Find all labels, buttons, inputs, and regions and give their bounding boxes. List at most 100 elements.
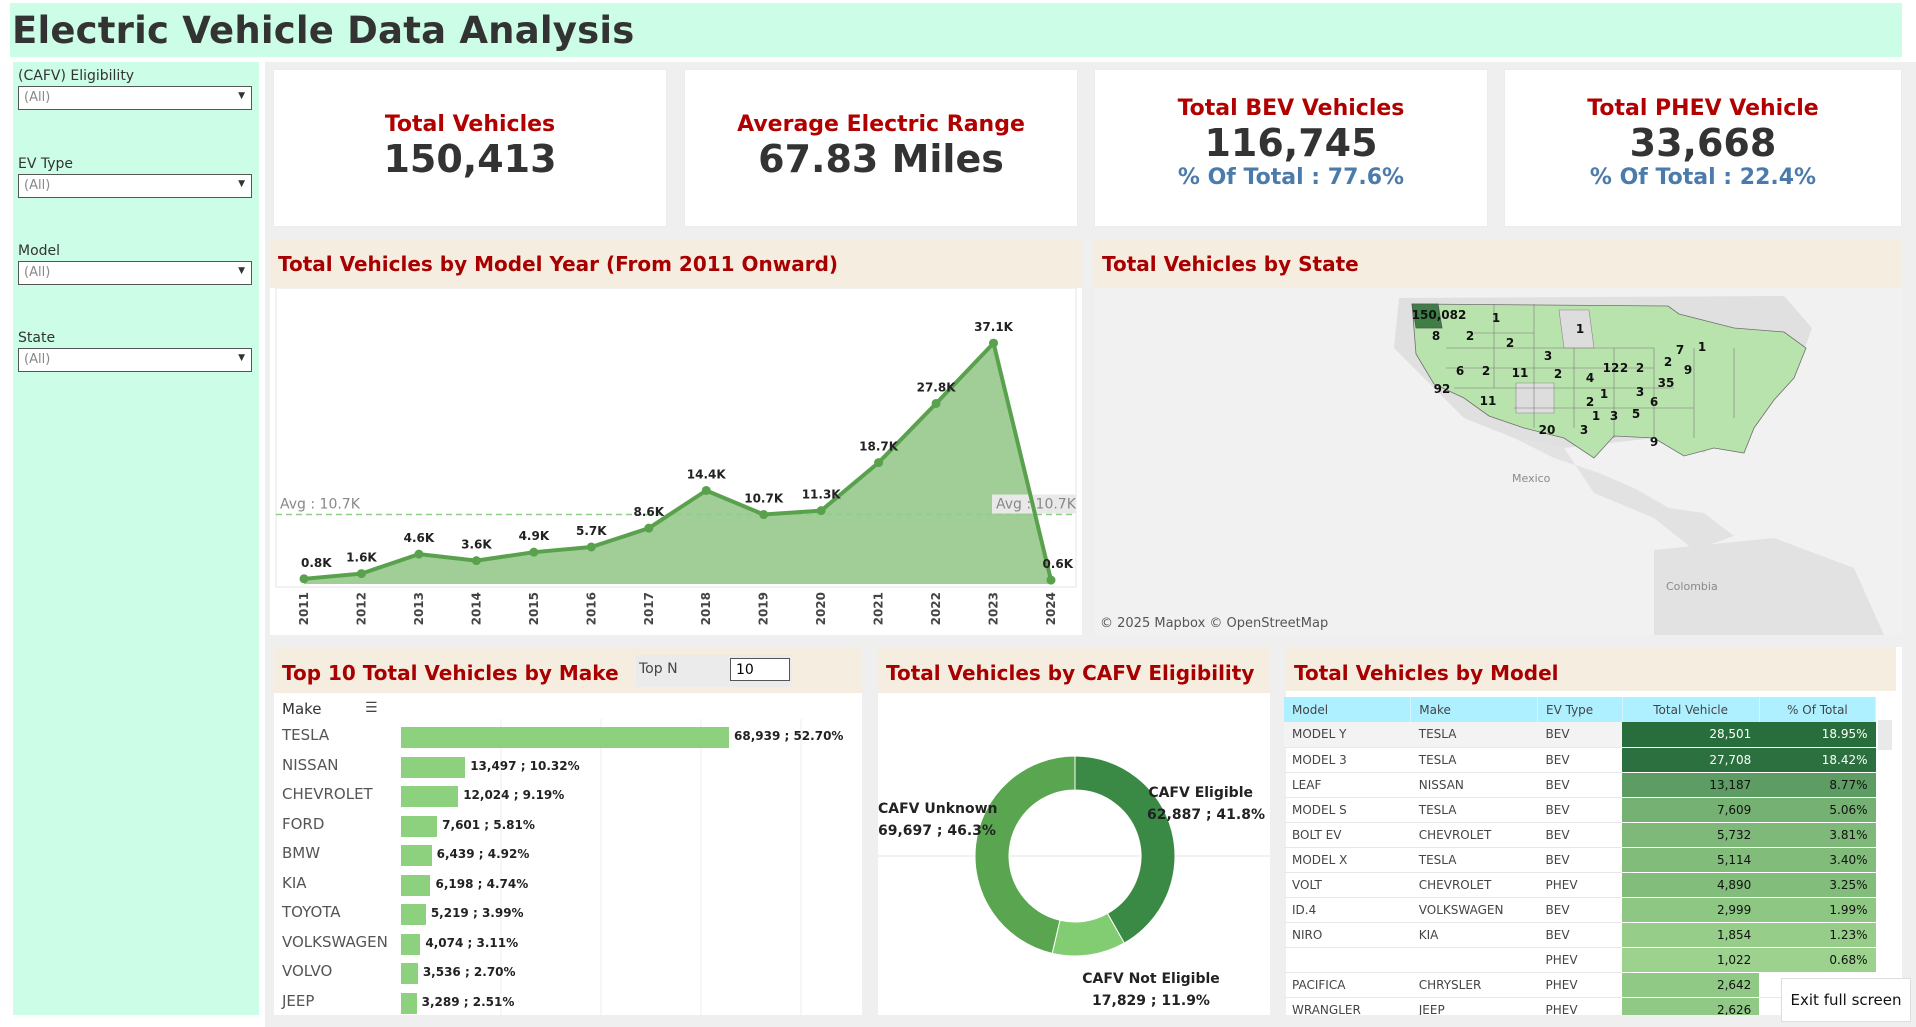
make-cell: TESLA [1410, 797, 1538, 823]
bar-value-label: 4,074 ; 3.11% [425, 935, 519, 950]
table-row[interactable]: MODEL 3 TESLA BEV 27,708 18.42% [1284, 747, 1876, 773]
make-bar[interactable] [401, 874, 431, 896]
bar-row[interactable]: TOYOTA 5,219 ; 3.99% [274, 898, 862, 926]
panel-title: Total Vehicles by Model [1294, 661, 1559, 685]
table-row[interactable]: VOLT CHEVROLET PHEV 4,890 3.25% [1284, 872, 1876, 898]
column-header[interactable]: Total Vehicle [1622, 697, 1760, 722]
make-bar[interactable] [401, 815, 438, 837]
dropdown-value: (All) [24, 352, 51, 367]
data-point[interactable] [874, 458, 884, 468]
make-label: FORD [282, 814, 325, 833]
filter-sidebar: (CAFV) Eligibility (All) ▼ EV Type (All)… [13, 62, 259, 1015]
x-tick-label: 2011 [297, 592, 311, 625]
kpi-total-phev: Total PHEV Vehicle 33,668 % Of Total : 2… [1504, 69, 1902, 227]
kpi-value: 33,668 [1629, 121, 1777, 165]
sort-icon[interactable]: ☰ [365, 700, 378, 716]
make-bar[interactable] [401, 786, 459, 807]
data-point[interactable] [356, 569, 366, 579]
x-tick-label: 2023 [987, 592, 1001, 625]
total-vehicle-cell: 7,609 [1622, 797, 1760, 823]
percent-cell: 18.42% [1759, 747, 1876, 773]
topn-input[interactable] [730, 658, 790, 681]
exit-fullscreen-button[interactable]: Exit full screen [1781, 978, 1911, 1022]
map-attribution[interactable]: © 2025 Mapbox © OpenStreetMap [1100, 616, 1328, 631]
data-point[interactable] [701, 485, 711, 495]
model-table-viewport[interactable]: Model Make EV Type Total Vehicle % Of To… [1284, 697, 1876, 1015]
data-point[interactable] [816, 506, 826, 516]
state-value-label: 1 [1600, 387, 1608, 401]
make-label: VOLVO [282, 962, 333, 980]
state-value-label: 9 [1650, 435, 1658, 449]
make-cell: CHEVROLET [1410, 872, 1538, 898]
state-value-label: 12 [1603, 361, 1620, 375]
state-map[interactable]: 150,082 18 2 21926 2 11321120412 2 2 27 193532161… [1094, 288, 1902, 635]
column-header[interactable]: EV Type [1537, 697, 1623, 722]
cafv-eligibility-dropdown[interactable]: (All) ▼ [18, 86, 252, 110]
total-vehicle-cell: 5,114 [1622, 847, 1760, 873]
x-tick-label: 2017 [642, 592, 656, 625]
page-title: Electric Vehicle Data Analysis [12, 9, 635, 52]
bar-row[interactable]: TESLA 68,939 ; 52.70% [274, 721, 862, 749]
column-header[interactable]: Model [1284, 697, 1412, 722]
state-value-label: 1 [1576, 322, 1584, 336]
slice-value-label: 69,697 ; 46.3% [878, 823, 996, 839]
data-point[interactable] [299, 574, 309, 584]
table-row[interactable]: NIRO KIA BEV 1,854 1.23% [1284, 922, 1876, 948]
bar-row[interactable]: JEEP 3,289 ; 2.51% [274, 987, 862, 1015]
panel-header: Top 10 Total Vehicles by Make Top N [274, 647, 862, 693]
make-column-header: Make [282, 700, 322, 718]
table-row[interactable]: MODEL X TESLA BEV 5,114 3.40% [1284, 847, 1876, 873]
bar-row[interactable]: BMW 6,439 ; 4.92% [274, 839, 862, 867]
make-bar[interactable] [401, 992, 417, 1014]
data-point[interactable] [759, 510, 769, 520]
column-header[interactable]: Make [1410, 697, 1538, 722]
ev-type-dropdown[interactable]: (All) ▼ [18, 174, 252, 198]
bar-row[interactable]: FORD 7,601 ; 5.81% [274, 810, 862, 838]
state-value-label: 3 [1580, 423, 1588, 437]
panel-cafv: Total Vehicles by CAFV Eligibility CAFV … [878, 647, 1270, 1015]
bar-row[interactable]: VOLVO 3,536 ; 2.70% [274, 957, 862, 985]
data-point[interactable] [586, 542, 596, 552]
table-row[interactable]: ID.4 VOLKSWAGEN BEV 2,999 1.99% [1284, 897, 1876, 923]
make-bar[interactable] [401, 756, 466, 778]
x-tick-label: 2024 [1044, 592, 1058, 625]
model-dropdown[interactable]: (All) ▼ [18, 261, 252, 285]
bar-row[interactable]: CHEVROLET 12,024 ; 9.19% [274, 780, 862, 808]
state-dropdown[interactable]: (All) ▼ [18, 348, 252, 372]
x-tick-label: 2022 [929, 592, 943, 625]
data-point[interactable] [931, 398, 941, 408]
data-point[interactable] [644, 523, 654, 533]
make-bar[interactable] [401, 963, 418, 984]
data-point[interactable] [414, 549, 424, 559]
kpi-value: 116,745 [1204, 121, 1378, 165]
make-bar[interactable] [401, 933, 421, 955]
make-bar[interactable] [401, 727, 729, 748]
kpi-percent: % Of Total : 22.4% [1589, 165, 1817, 190]
table-scrollbar-thumb[interactable] [1878, 720, 1892, 750]
make-bar[interactable] [401, 845, 432, 866]
bar-value-label: 13,497 ; 10.32% [470, 758, 580, 773]
bar-value-label: 7,601 ; 5.81% [442, 817, 535, 832]
percent-cell: 3.25% [1759, 872, 1876, 898]
dropdown-value: (All) [24, 178, 51, 193]
filter-state: State (All) ▼ [18, 330, 252, 372]
table-row[interactable]: LEAF NISSAN BEV 13,187 8.77% [1284, 772, 1876, 798]
ev-type-cell: PHEV [1537, 972, 1622, 998]
kpi-title: Total BEV Vehicles [1177, 96, 1405, 121]
state-no-data [1515, 382, 1555, 414]
table-row[interactable]: PHEV 1,022 0.68% [1284, 947, 1876, 973]
table-row[interactable]: MODEL Y TESLA BEV 28,501 18.95% [1284, 722, 1876, 748]
table-row[interactable]: MODEL S TESLA BEV 7,609 5.06% [1284, 797, 1876, 823]
data-point[interactable] [1046, 575, 1056, 585]
slice-value-label: 62,887 ; 41.8% [1147, 807, 1265, 823]
bar-row[interactable]: VOLKSWAGEN 4,074 ; 3.11% [274, 928, 862, 956]
data-point[interactable] [989, 338, 999, 348]
make-bar[interactable] [401, 904, 426, 925]
data-point[interactable] [471, 556, 481, 566]
table-row[interactable]: BOLT EV CHEVROLET BEV 5,732 3.81% [1284, 822, 1876, 848]
bar-row[interactable]: NISSAN 13,497 ; 10.32% [274, 751, 862, 779]
bar-row[interactable]: KIA 6,198 ; 4.74% [274, 869, 862, 897]
dropdown-value: (All) [24, 265, 51, 280]
column-header[interactable]: % Of Total [1759, 697, 1876, 722]
data-point[interactable] [529, 547, 539, 557]
